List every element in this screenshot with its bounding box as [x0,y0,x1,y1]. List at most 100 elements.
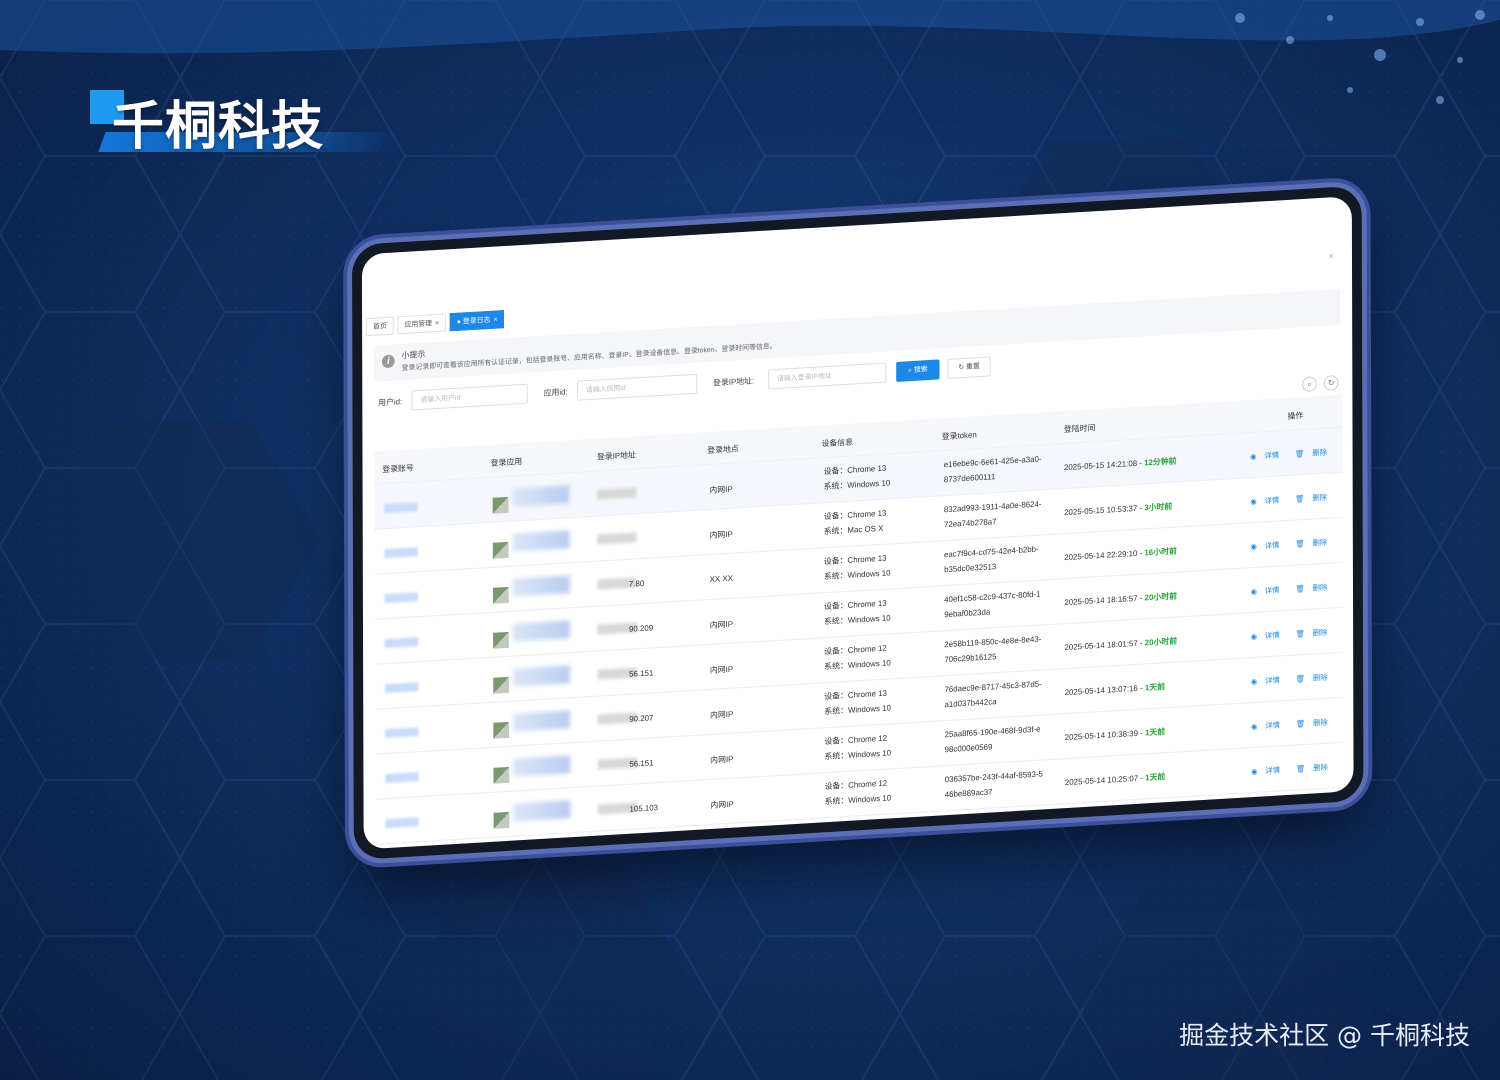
app-icon [492,586,509,604]
header-token: 登录token [941,430,977,442]
login-time: 2025-05-14 18:16:57 - 20小时前 [1064,590,1177,608]
account-redacted [385,772,419,784]
app-redacted [492,524,572,561]
eye-icon: ◉ [1250,496,1257,507]
app-icon [493,811,510,829]
login-location: XX XX [709,573,733,585]
delete-link[interactable]: 🗑 删除 [1288,673,1328,684]
header-account: 登录账号 [382,463,414,475]
reset-button[interactable]: ↻ 重置 [947,356,991,379]
login-time: 2025-05-14 13:07:16 - 1天前 [1065,681,1165,698]
login-location: 内网IP [710,799,734,811]
device-system: 系统：Windows 10 [823,568,891,582]
header-time: 登陆时间 [1063,423,1096,435]
tab-home[interactable]: 首页 [366,316,394,337]
tab-label: 应用管理 [404,320,433,329]
search-button-label: 搜索 [913,366,928,374]
ip-redacted [597,532,637,545]
close-icon[interactable]: × [435,320,439,327]
login-token: 40ef1c58-c2c9-437c-80fd-1 9ebaf0b23da [944,586,1054,622]
refresh-icon[interactable]: ↻ [1323,374,1339,391]
row-actions: ◉ 详情 🗑 删除 [1234,492,1327,508]
ip-suffix: 90.209 [628,623,654,634]
login-time: 2025-05-14 18:01:57 - 20小时前 [1064,635,1177,653]
search-toggle-icon[interactable]: ⌕ [1302,376,1317,393]
account-redacted [384,637,419,649]
close-icon[interactable]: × [493,316,497,323]
close-icon[interactable]: × [1328,251,1334,262]
login-location: 内网IP [709,484,733,496]
delete-label: 删除 [1312,447,1327,458]
login-timestamp: 2025-05-14 18:01:57 - [1064,638,1145,653]
tab-bar: 首页 应用管理 × ● 登录日志 × [366,310,505,337]
app-redacted [493,614,572,651]
app-name-redacted [513,755,571,777]
row-actions: ◉ 详情 🗑 删除 [1235,762,1328,778]
relative-time: 20小时前 [1144,591,1177,603]
screen: 首页 应用管理 × ● 登录日志 × × i 小提示 登录记录即可查看该应用所有认证… [361,196,1354,850]
eye-icon: ◉ [1250,721,1258,732]
trash-icon: 🗑 [1295,718,1306,729]
ip-suffix: 90.207 [629,713,654,724]
login-token: 2e58b119-850c-4e8e-8e43- 706c29b16125 [944,631,1054,667]
delete-link[interactable]: 🗑 删除 [1288,628,1327,639]
login-ip-input[interactable]: 请输入登录IP地址 [768,362,887,390]
app-redacted [492,569,572,606]
delete-link[interactable]: 🗑 删除 [1287,493,1327,504]
detail-link[interactable]: ◉ 详情 [1243,720,1280,731]
tablet-device: 首页 应用管理 × ● 登录日志 × × i 小提示 登录记录即可查看该应用所有认证… [352,185,1364,861]
delete-link[interactable]: 🗑 删除 [1287,538,1327,549]
detail-link[interactable]: ◉ 详情 [1243,765,1280,776]
app-id-input[interactable]: 请输入应用id [577,373,698,401]
account-redacted [384,502,418,514]
login-timestamp: 2025-05-14 18:16:57 - [1064,593,1145,608]
app-redacted [493,749,572,786]
app-name-redacted [512,665,571,687]
login-time: 2025-05-14 10:38:39 - 1天前 [1065,726,1165,743]
user-id-input[interactable]: 请输入用户id [411,383,528,411]
device-system: 系统：Windows 10 [824,748,892,762]
login-timestamp: 2025-05-14 22:29:10 - [1064,548,1145,563]
ip-redacted [597,487,637,500]
login-timestamp: 2025-05-14 10:25:07 - [1064,773,1146,788]
app-icon [493,766,510,784]
delete-link[interactable]: 🗑 删除 [1287,583,1327,594]
detail-link[interactable]: ◉ 详情 [1243,630,1280,641]
detail-link[interactable]: ◉ 详情 [1242,495,1279,506]
detail-label: 详情 [1265,765,1281,776]
row-actions: ◉ 详情 🗑 删除 [1235,672,1328,688]
search-button[interactable]: ⌕ 搜索 [896,359,940,382]
detail-link[interactable]: ◉ 详情 [1242,450,1279,461]
tip-title: 小提示 [401,349,426,361]
trash-icon: 🗑 [1295,583,1305,594]
relative-time: 12分钟前 [1144,456,1177,468]
app-name-redacted [513,710,571,732]
login-time: 2025-05-14 10:25:07 - 1天前 [1065,771,1165,788]
account-redacted [385,817,419,829]
detail-link[interactable]: ◉ 详情 [1242,540,1279,551]
detail-link[interactable]: ◉ 详情 [1243,585,1279,596]
login-token: 25aa8f65-190e-468f-9d3f-e 98c000e0569 [945,721,1055,757]
ip-suffix: 105.103 [629,803,659,814]
app-id-label: 应用id: [543,387,568,398]
delete-link[interactable]: 🗑 删除 [1288,718,1328,729]
tab-app-management[interactable]: 应用管理 × [397,313,446,335]
delete-link[interactable]: 🗑 删除 [1287,448,1327,459]
header-ip: 登录IP地址 [596,450,636,462]
detail-label: 详情 [1264,495,1280,506]
trash-icon: 🗑 [1295,493,1305,504]
device-system: 系统：Windows 10 [824,703,891,717]
user-id-label: 用户id: [378,397,403,408]
device-info: 设备：Chrome 13 系统：Windows 10 [824,595,891,629]
device-system: 系统：Windows 10 [824,613,891,627]
account-redacted [384,682,419,694]
detail-link[interactable]: ◉ 详情 [1243,675,1280,686]
tab-login-log[interactable]: ● 登录日志 × [449,310,505,332]
delete-link[interactable]: 🗑 删除 [1288,763,1328,774]
login-token: eac7f9c4-cd75-42e4-b2bb-b35dc0e32513 [944,541,1054,577]
login-token: e16ebe9c-6e61-425e-a3a0- 8737de600111 [944,451,1054,487]
delete-label: 删除 [1312,582,1328,593]
delete-label: 删除 [1312,492,1328,503]
delete-label: 删除 [1312,672,1328,683]
login-location: 内网IP [709,619,733,631]
